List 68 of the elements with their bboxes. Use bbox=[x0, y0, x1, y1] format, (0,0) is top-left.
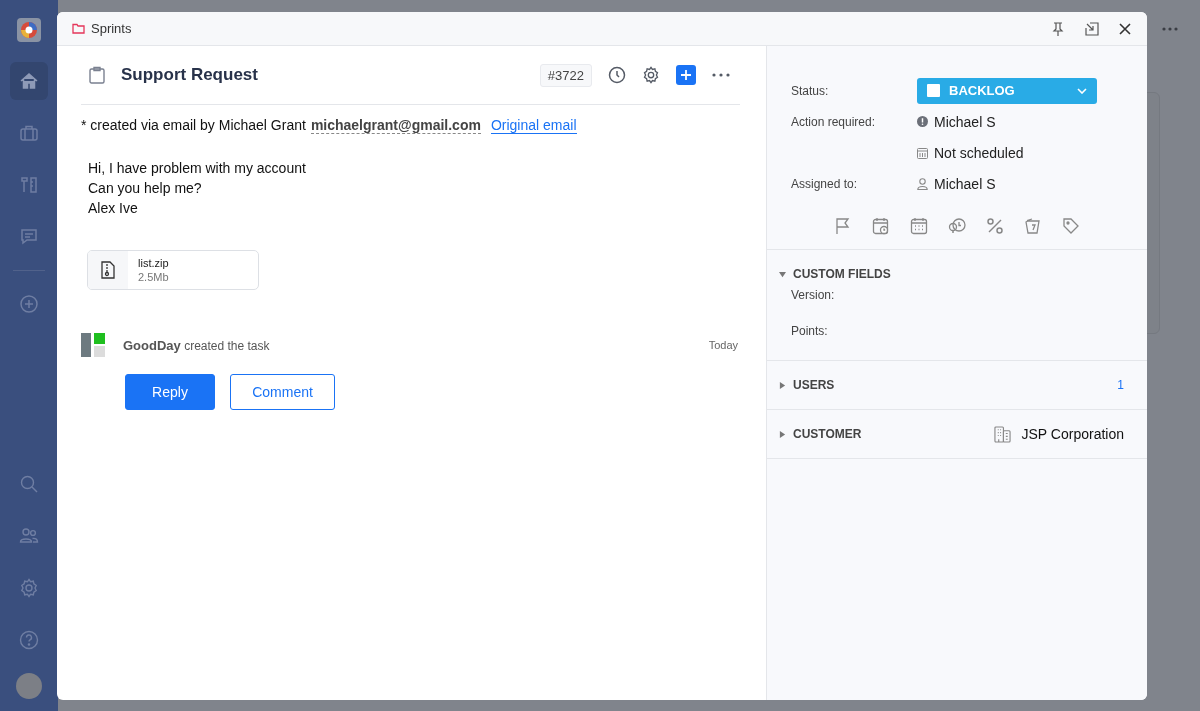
expand-arrow-icon[interactable] bbox=[779, 430, 786, 438]
time-tracking-icon[interactable] bbox=[948, 217, 966, 235]
section-title[interactable]: CUSTOM FIELDS bbox=[793, 267, 891, 281]
assigned-to-label: Assigned to: bbox=[791, 176, 859, 191]
settings-icon bbox=[19, 578, 39, 598]
action-user[interactable]: Michael S bbox=[934, 113, 996, 130]
add-button[interactable] bbox=[676, 65, 696, 85]
person-icon bbox=[917, 177, 928, 190]
activity-text: GoodDay created the task bbox=[123, 337, 270, 353]
activity-time: Today bbox=[708, 339, 738, 351]
alert-icon bbox=[917, 116, 928, 127]
people-icon bbox=[19, 526, 39, 546]
cards-icon[interactable] bbox=[1024, 217, 1042, 235]
custom-field-label: Version: bbox=[790, 288, 836, 304]
created-via-email-text: * created via email by Michael Grant bbox=[81, 117, 306, 134]
message-line: Hi, I have problem with my account bbox=[88, 159, 307, 178]
minimize-icon[interactable] bbox=[1084, 20, 1100, 37]
custom-field-label: Points: bbox=[790, 324, 829, 340]
calendar-icon bbox=[917, 146, 928, 159]
help-icon bbox=[19, 630, 39, 650]
message-line: Can you help me? bbox=[88, 179, 203, 198]
tools-icon bbox=[19, 175, 39, 195]
message-line: Alex Ive bbox=[88, 199, 139, 218]
task-title: Support Request bbox=[121, 65, 258, 85]
building-icon bbox=[993, 425, 1011, 443]
calendar-icon[interactable] bbox=[910, 217, 928, 235]
assigned-user[interactable]: Michael S bbox=[934, 175, 996, 192]
schedule-value[interactable]: Not scheduled bbox=[934, 144, 1024, 161]
search-icon bbox=[19, 474, 39, 494]
reply-button[interactable]: Reply bbox=[125, 374, 215, 410]
more-icon[interactable] bbox=[712, 73, 730, 77]
expand-arrow-icon[interactable] bbox=[779, 381, 786, 389]
tag-icon[interactable] bbox=[1062, 217, 1080, 235]
app-logo-icon bbox=[81, 333, 105, 357]
clock-icon[interactable] bbox=[608, 66, 626, 84]
customer-name[interactable]: JSP Corporation bbox=[1021, 426, 1124, 442]
pin-icon[interactable] bbox=[1050, 20, 1066, 37]
section-title[interactable]: USERS bbox=[793, 378, 835, 392]
sender-email: michaelgrant@gmail.com bbox=[310, 117, 481, 134]
users-count: 1 bbox=[1117, 378, 1124, 392]
briefcase-icon bbox=[19, 123, 39, 143]
user-avatar[interactable] bbox=[16, 673, 42, 699]
task-id-badge: #3722 bbox=[539, 63, 592, 87]
percent-icon[interactable] bbox=[986, 217, 1004, 235]
chat-icon bbox=[19, 227, 39, 247]
attachment-card[interactable]: list.zip 2.5Mb bbox=[87, 250, 259, 290]
settings-icon[interactable] bbox=[642, 66, 660, 84]
folder-icon bbox=[72, 23, 85, 34]
home-nav-button[interactable] bbox=[10, 62, 48, 100]
home-icon bbox=[19, 71, 39, 91]
original-email-link[interactable]: Original email bbox=[490, 117, 577, 134]
clipboard-icon bbox=[89, 66, 105, 84]
app-logo bbox=[17, 18, 41, 42]
attachment-size: 2.5Mb bbox=[138, 271, 169, 283]
calendar-clock-icon[interactable] bbox=[872, 217, 890, 235]
plus-circle-icon bbox=[19, 294, 39, 314]
expand-arrow-icon[interactable] bbox=[779, 270, 786, 278]
zip-file-icon bbox=[101, 261, 115, 279]
breadcrumb-link[interactable]: Sprints bbox=[91, 21, 132, 36]
status-label: Status: bbox=[791, 83, 830, 98]
close-icon[interactable] bbox=[1118, 21, 1132, 36]
action-required-label: Action required: bbox=[791, 114, 877, 129]
comment-button[interactable]: Comment bbox=[230, 374, 335, 410]
chevron-down-icon bbox=[1077, 87, 1087, 94]
flag-icon[interactable] bbox=[834, 217, 852, 235]
more-icon bbox=[1162, 27, 1178, 31]
attachment-name: list.zip bbox=[138, 257, 169, 269]
section-title[interactable]: CUSTOMER bbox=[793, 427, 862, 441]
